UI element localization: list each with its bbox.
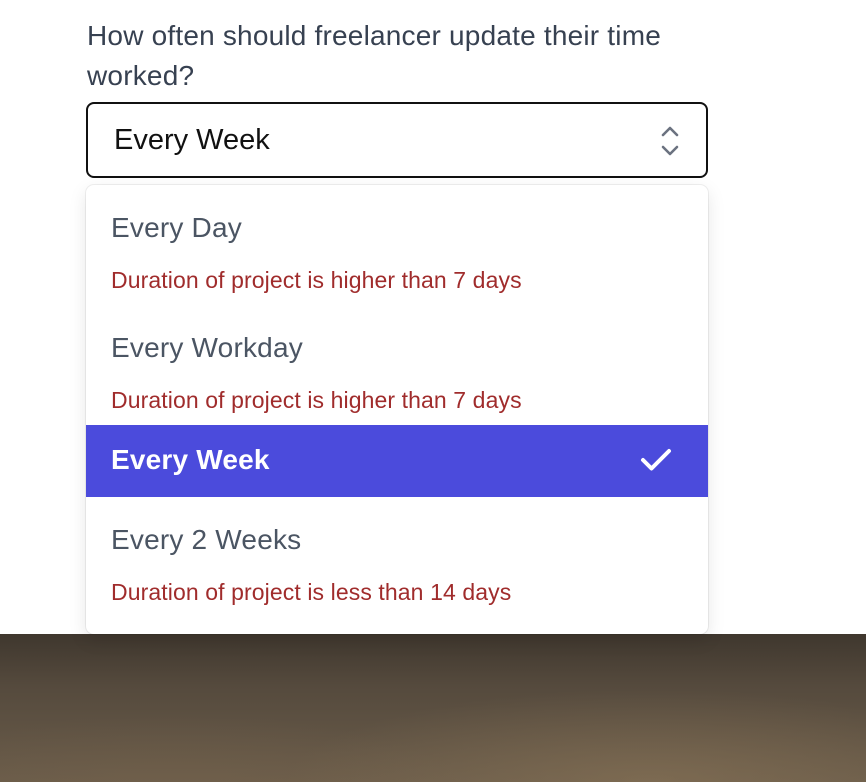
chevron-up-down-icon <box>661 126 679 156</box>
field-question-label: How often should freelancer update their… <box>87 20 661 91</box>
option-label: Every Week <box>111 444 270 475</box>
option-every-day[interactable]: Every Day Duration of project is higher … <box>86 185 708 305</box>
select-current-value: Every Week <box>114 124 270 156</box>
option-label: Every Day <box>111 212 242 243</box>
option-warning-note: Duration of project is higher than 7 day… <box>111 387 522 413</box>
options-listbox: Every Day Duration of project is higher … <box>86 185 708 634</box>
option-every-2-weeks[interactable]: Every 2 Weeks Duration of project is les… <box>86 497 708 617</box>
option-warning-note: Duration of project is less than 14 days <box>111 579 512 605</box>
update-frequency-select[interactable]: Every Week <box>86 102 708 178</box>
option-label: Every Workday <box>111 332 303 363</box>
option-label: Every 2 Weeks <box>111 524 302 555</box>
option-every-week[interactable]: Every Week <box>86 425 708 497</box>
check-icon <box>641 449 671 471</box>
background-photo <box>0 634 866 782</box>
option-warning-note: Duration of project is higher than 7 day… <box>111 267 522 293</box>
option-every-workday[interactable]: Every Workday Duration of project is hig… <box>86 305 708 425</box>
